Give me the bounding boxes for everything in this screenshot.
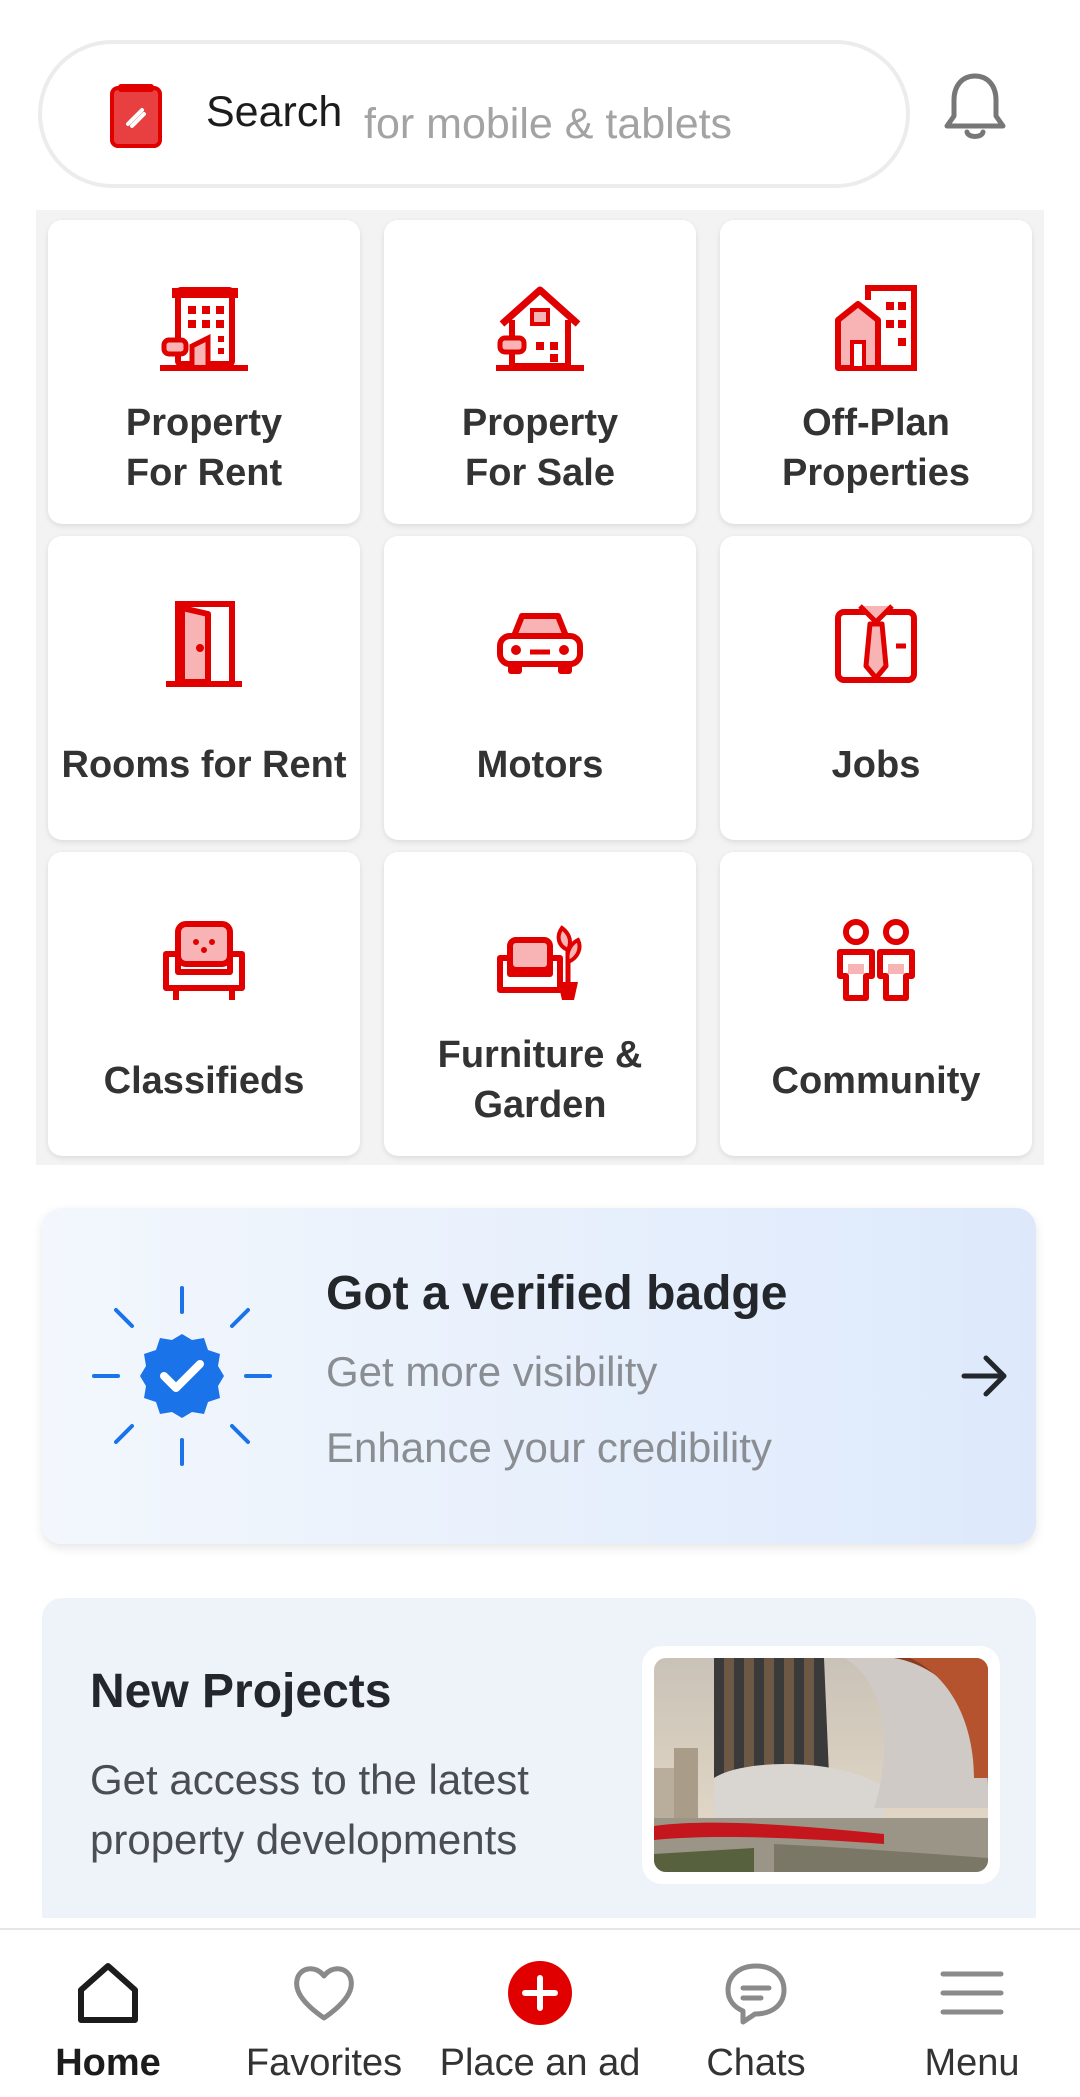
- category-label: Classifieds: [103, 1060, 305, 1102]
- hamburger-menu-icon: [940, 1971, 1004, 2015]
- verified-subtitle-2: Enhance your credibility: [326, 1424, 772, 1471]
- projects-thumbnail: [642, 1646, 1000, 1884]
- nav-home-label: Home: [55, 2042, 161, 2084]
- verified-title: Got a verified badge: [326, 1267, 788, 1320]
- verified-badge-icon: [92, 1286, 272, 1466]
- house-icon: [496, 286, 584, 371]
- header: Search for mobile & tablets: [0, 0, 1080, 210]
- nav-place-ad[interactable]: Place an ad: [432, 1930, 648, 2097]
- category-property-for-rent[interactable]: Property For Rent: [48, 220, 360, 524]
- people-icon: [837, 919, 915, 1001]
- category-label: Off-Plan Properties: [782, 402, 970, 494]
- category-grid: Property For Rent Property For Sale Off-…: [36, 210, 1044, 1165]
- nav-chats-label: Chats: [706, 2042, 806, 2084]
- category-jobs[interactable]: Jobs: [720, 536, 1032, 840]
- verified-badge-banner[interactable]: Got a verified badge Get more visibility…: [42, 1208, 1036, 1544]
- armchair-icon: [163, 921, 245, 1000]
- category-label: Rooms for Rent: [61, 744, 347, 786]
- category-community[interactable]: Community: [720, 852, 1032, 1156]
- category-label: Property For Sale: [461, 402, 619, 494]
- dubizzle-logo-icon: [110, 84, 162, 148]
- category-rooms-for-rent[interactable]: Rooms for Rent: [48, 536, 360, 840]
- home-icon: [78, 1963, 138, 2023]
- nav-favorites-label: Favorites: [245, 2042, 403, 2084]
- category-label: Community: [771, 1060, 981, 1102]
- category-furniture-garden[interactable]: Furniture & Garden: [384, 852, 696, 1156]
- bell-icon[interactable]: [940, 70, 1010, 144]
- nav-place-ad-label: Place an ad: [439, 2042, 641, 2084]
- door-icon: [166, 601, 242, 687]
- new-projects-card[interactable]: New Projects Get access to the latest pr…: [42, 1598, 1036, 1918]
- category-label: Motors: [476, 744, 604, 786]
- nav-menu-label: Menu: [924, 2042, 1020, 2084]
- bottom-navigation: Home Favorites Place an ad Chats Menu: [0, 1928, 1080, 2097]
- heart-icon: [294, 1966, 354, 2021]
- category-property-for-sale[interactable]: Property For Sale: [384, 220, 696, 524]
- projects-title: New Projects: [90, 1665, 392, 1718]
- chat-bubble-icon: [725, 1963, 787, 2025]
- car-icon: [497, 613, 583, 674]
- shirt-tie-icon: [835, 604, 917, 683]
- search-hint: for mobile & tablets: [364, 100, 733, 148]
- nav-home[interactable]: Home: [0, 1930, 216, 2097]
- verified-subtitle-1: Get more visibility: [326, 1348, 658, 1395]
- search-label: Search: [206, 88, 343, 136]
- building-icon: [160, 287, 248, 371]
- category-label: Furniture & Garden: [437, 1034, 643, 1126]
- category-off-plan-properties[interactable]: Off-Plan Properties: [720, 220, 1032, 524]
- sofa-plant-icon: [497, 925, 582, 1000]
- projects-description: Get access to the latest property develo…: [90, 1756, 529, 1863]
- category-label: Jobs: [831, 744, 921, 786]
- category-classifieds[interactable]: Classifieds: [48, 852, 360, 1156]
- category-label: Property For Rent: [125, 402, 283, 494]
- plus-circle-icon: [508, 1961, 572, 2025]
- search-bar[interactable]: Search for mobile & tablets: [38, 40, 910, 188]
- building-render-image: [654, 1658, 988, 1872]
- nav-favorites[interactable]: Favorites: [216, 1930, 432, 2097]
- arrow-right-icon[interactable]: [960, 1354, 1010, 1398]
- offplan-building-icon: [835, 285, 917, 371]
- nav-menu[interactable]: Menu: [864, 1930, 1080, 2097]
- nav-chats[interactable]: Chats: [648, 1930, 864, 2097]
- category-motors[interactable]: Motors: [384, 536, 696, 840]
